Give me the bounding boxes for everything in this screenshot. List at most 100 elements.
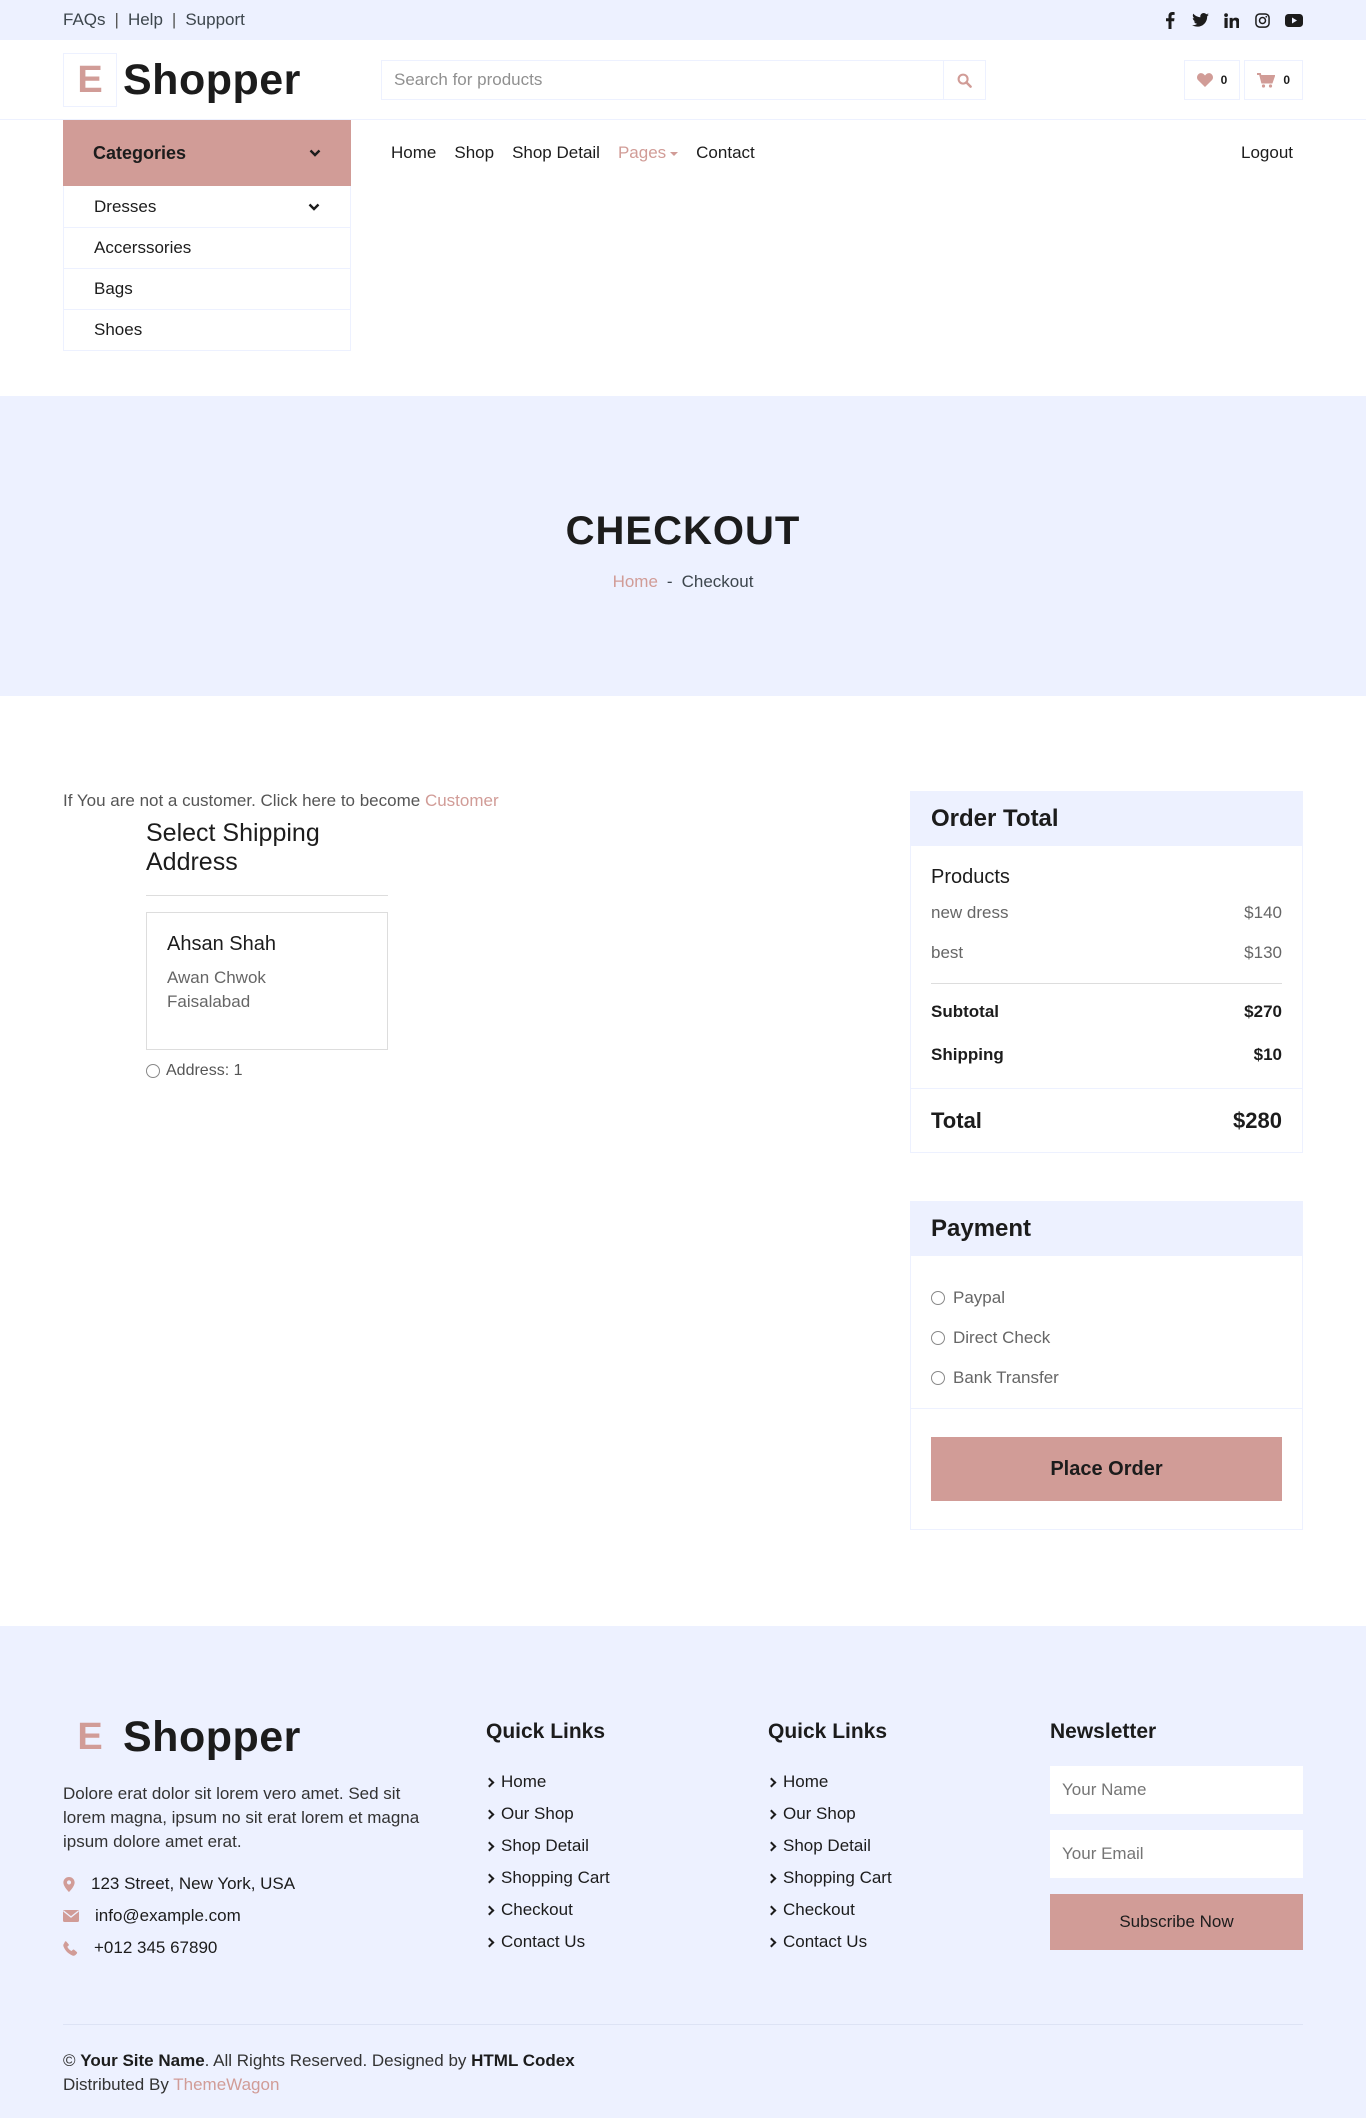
category-accessories[interactable]: Accerssories	[64, 227, 350, 268]
site-name-link[interactable]: Your Site Name	[80, 2051, 204, 2070]
nav-shop[interactable]: Shop	[454, 143, 494, 163]
newsletter-name-input[interactable]	[1050, 1766, 1303, 1814]
footer-about: E Shopper Dolore erat dolor sit lorem ve…	[63, 1710, 486, 1964]
faqs-link[interactable]: FAQs	[63, 10, 106, 30]
direct-check-radio[interactable]	[931, 1331, 945, 1345]
footer-link[interactable]: Shopping Cart	[484, 1862, 768, 1894]
footer-link-label: Shopping Cart	[783, 1868, 892, 1887]
footer-link[interactable]: Home	[484, 1766, 768, 1798]
distributed-text: Distributed By	[63, 2075, 169, 2094]
become-customer-link[interactable]: Customer	[425, 791, 499, 810]
payment-option-label: Paypal	[953, 1288, 1005, 1307]
categories-toggle[interactable]: Categories	[63, 120, 351, 186]
product-price: $140	[1244, 903, 1282, 922]
chevron-down-icon	[308, 203, 320, 211]
help-link[interactable]: Help	[128, 10, 163, 30]
payment-option-direct-check[interactable]: Direct Check	[931, 1318, 1282, 1358]
subscribe-button[interactable]: Subscribe Now	[1050, 1894, 1303, 1950]
footer-link-label: Shopping Cart	[501, 1868, 610, 1887]
search-button[interactable]	[943, 61, 985, 99]
address-radio-option[interactable]: Address: 1	[146, 1062, 388, 1080]
category-label: Accerssories	[94, 238, 192, 257]
copyright: © Your Site Name. All Rights Reserved. D…	[63, 2024, 1303, 2097]
footer-link[interactable]: Contact Us	[766, 1926, 1050, 1958]
youtube-icon[interactable]	[1284, 11, 1303, 30]
category-bags[interactable]: Bags	[64, 268, 350, 309]
chevron-right-icon	[766, 1777, 777, 1787]
nav-pages-dropdown[interactable]: Pages	[618, 143, 679, 163]
shipping-address-block: Select Shipping Address Ahsan Shah Awan …	[146, 819, 388, 1080]
address-radio[interactable]	[146, 1064, 160, 1078]
newsletter-email-input[interactable]	[1050, 1830, 1303, 1878]
place-order-button[interactable]: Place Order	[931, 1437, 1282, 1501]
wishlist-button[interactable]: 0	[1183, 60, 1241, 100]
chevron-right-icon	[766, 1905, 777, 1915]
chevron-right-icon	[484, 1777, 495, 1787]
footer-link[interactable]: Home	[766, 1766, 1050, 1798]
caret-down-icon	[670, 151, 679, 156]
category-shoes[interactable]: Shoes	[64, 309, 350, 350]
categories-list: Dresses Accerssories Bags Shoes	[63, 186, 351, 351]
breadcrumb-separator: -	[666, 571, 673, 591]
footer-link[interactable]: Checkout	[484, 1894, 768, 1926]
footer-logo[interactable]: E Shopper	[63, 1710, 486, 1764]
address-card[interactable]: Ahsan Shah Awan Chwok Faisalabad	[146, 912, 388, 1050]
summary-divider	[931, 983, 1282, 1002]
envelope-icon	[63, 1910, 79, 1922]
payment-option-label: Bank Transfer	[953, 1368, 1059, 1387]
payment-card: Payment Paypal Direct Check Bank Transfe…	[910, 1201, 1303, 1530]
linkedin-icon[interactable]	[1222, 11, 1241, 30]
paypal-radio[interactable]	[931, 1291, 945, 1305]
category-label: Dresses	[94, 196, 157, 216]
address-line-2: Faisalabad	[167, 992, 251, 1011]
categories-title: Categories	[93, 142, 187, 163]
payment-title: Payment	[911, 1202, 1302, 1256]
breadcrumb-home[interactable]: Home	[613, 572, 658, 591]
main-nav: Home Shop Shop Detail Pages Contact Logo…	[351, 120, 1303, 186]
nav-shop-detail[interactable]: Shop Detail	[512, 143, 600, 163]
cart-button[interactable]: 0	[1244, 60, 1303, 100]
support-link[interactable]: Support	[185, 10, 245, 30]
search-input[interactable]	[382, 61, 943, 99]
designer-link[interactable]: HTML Codex	[471, 2051, 575, 2070]
payment-option-paypal[interactable]: Paypal	[931, 1278, 1282, 1318]
categories-menu: Categories Dresses Accerssories Bags Sho…	[63, 120, 351, 351]
footer-link[interactable]: Our Shop	[484, 1798, 768, 1830]
facebook-icon[interactable]	[1160, 11, 1179, 30]
product-row: best $130	[931, 943, 1282, 983]
footer-link[interactable]: Shop Detail	[766, 1830, 1050, 1862]
footer-quick-links-1: Quick Links Home Our Shop Shop Detail Sh…	[484, 1716, 768, 1964]
footer-link[interactable]: Checkout	[766, 1894, 1050, 1926]
distributor-link[interactable]: ThemeWagon	[173, 2075, 279, 2094]
footer-link[interactable]: Shopping Cart	[766, 1862, 1050, 1894]
chevron-right-icon	[766, 1841, 777, 1851]
product-name: new dress	[931, 903, 1009, 922]
footer-newsletter: Newsletter Subscribe Now	[1050, 1716, 1303, 1964]
logout-link[interactable]: Logout	[1241, 120, 1303, 186]
shipping-value: $10	[1253, 1045, 1282, 1064]
bank-transfer-radio[interactable]	[931, 1371, 945, 1385]
site-footer: E Shopper Dolore erat dolor sit lorem ve…	[0, 1626, 1366, 2118]
cart-icon	[1257, 72, 1276, 88]
twitter-icon[interactable]	[1191, 11, 1210, 30]
payment-option-bank-transfer[interactable]: Bank Transfer	[931, 1358, 1282, 1398]
separator: |	[171, 10, 177, 29]
instagram-icon[interactable]	[1253, 11, 1272, 30]
products-heading: Products	[931, 866, 1010, 888]
site-header: E Shopper 0 0	[0, 40, 1366, 120]
footer-link[interactable]: Our Shop	[766, 1798, 1050, 1830]
shipping-address-title: Select Shipping Address	[146, 819, 388, 896]
site-logo[interactable]: E Shopper	[63, 53, 381, 107]
footer-link-label: Home	[501, 1772, 547, 1791]
map-marker-icon	[63, 1876, 75, 1892]
chevron-right-icon	[766, 1873, 777, 1883]
newsletter-heading: Newsletter	[1050, 1720, 1157, 1743]
footer-link[interactable]: Contact Us	[484, 1926, 768, 1958]
nav-home[interactable]: Home	[391, 143, 436, 163]
address-radio-label: Address: 1	[166, 1062, 243, 1079]
category-dresses[interactable]: Dresses	[64, 186, 350, 227]
nav-contact[interactable]: Contact	[696, 143, 755, 163]
footer-link[interactable]: Shop Detail	[484, 1830, 768, 1862]
quick-links-heading: Quick Links	[768, 1720, 888, 1743]
footer-link-label: Checkout	[783, 1900, 855, 1919]
